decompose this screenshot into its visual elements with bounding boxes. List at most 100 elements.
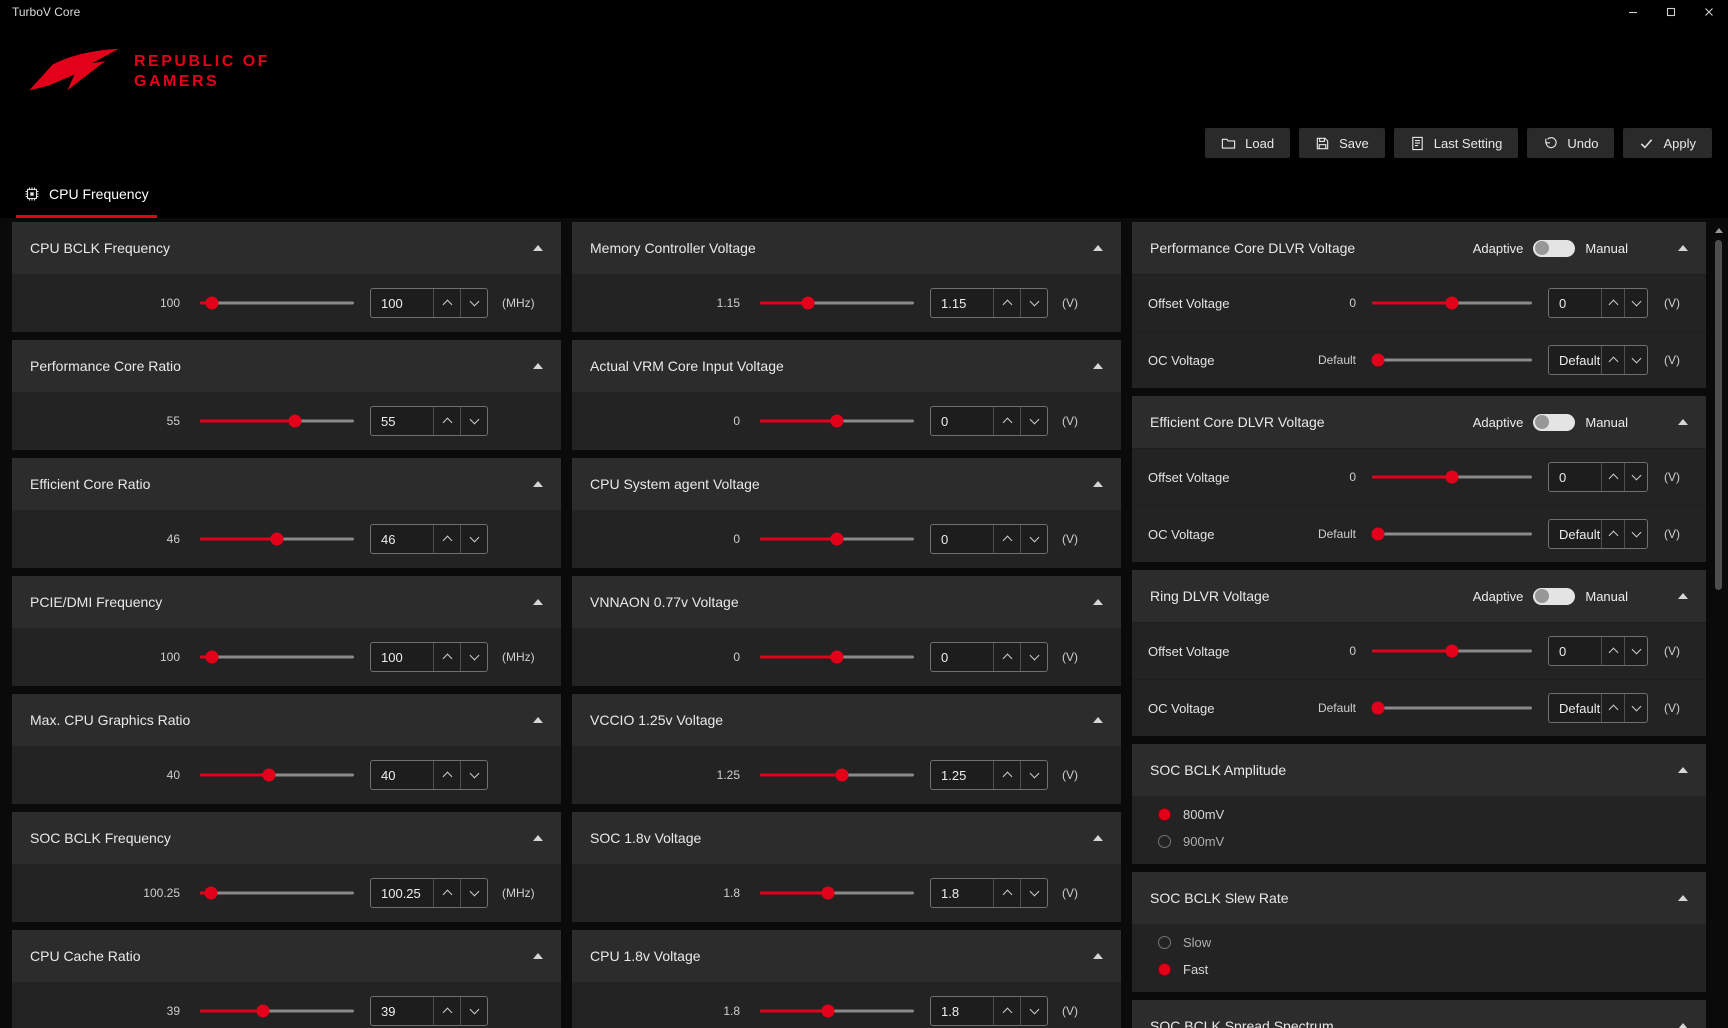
value-input[interactable]: 100.25	[371, 886, 433, 901]
spin-down-button[interactable]	[1020, 643, 1047, 671]
close-button[interactable]	[1690, 0, 1728, 24]
collapse-button[interactable]	[1079, 245, 1103, 251]
setting-slider[interactable]	[200, 1003, 354, 1019]
slider-thumb[interactable]	[206, 297, 219, 310]
toggle-knob[interactable]	[1535, 241, 1549, 255]
collapse-button[interactable]	[1079, 363, 1103, 369]
setting-slider[interactable]	[760, 1003, 914, 1019]
slider-thumb[interactable]	[257, 1005, 270, 1018]
value-input[interactable]: 1.15	[931, 296, 993, 311]
collapse-button[interactable]	[1664, 419, 1688, 425]
slider-thumb[interactable]	[271, 533, 284, 546]
slider-thumb[interactable]	[1446, 471, 1459, 484]
collapse-button[interactable]	[1079, 717, 1103, 723]
setting-slider[interactable]	[760, 295, 914, 311]
setting-slider[interactable]	[760, 531, 914, 547]
collapse-button[interactable]	[519, 953, 543, 959]
slider-thumb[interactable]	[289, 415, 302, 428]
spin-down-button[interactable]	[460, 289, 487, 317]
collapse-button[interactable]	[519, 363, 543, 369]
spin-up-button[interactable]	[1601, 520, 1624, 548]
spin-down-button[interactable]	[1624, 346, 1647, 374]
spin-down-button[interactable]	[460, 761, 487, 789]
spin-up-button[interactable]	[433, 525, 460, 553]
setting-slider[interactable]	[1372, 469, 1532, 485]
radio-option-800mv[interactable]: 800mV	[1132, 801, 1706, 828]
adaptive-manual-toggle[interactable]	[1533, 240, 1575, 257]
slider-track[interactable]	[200, 656, 354, 659]
slider-thumb[interactable]	[831, 533, 844, 546]
scrollbar-thumb[interactable]	[1715, 240, 1722, 590]
spin-up-button[interactable]	[433, 407, 460, 435]
value-input[interactable]: 0	[1549, 296, 1601, 311]
spin-up-button[interactable]	[433, 643, 460, 671]
minimize-button[interactable]	[1614, 0, 1652, 24]
slider-thumb[interactable]	[1446, 297, 1459, 310]
spin-up-button[interactable]	[433, 997, 460, 1025]
spin-up-button[interactable]	[993, 879, 1020, 907]
spin-down-button[interactable]	[460, 525, 487, 553]
spin-down-button[interactable]	[1020, 997, 1047, 1025]
spin-up-button[interactable]	[1601, 346, 1624, 374]
value-input[interactable]: Default	[1549, 701, 1601, 716]
spin-up-button[interactable]	[1601, 289, 1624, 317]
setting-slider[interactable]	[760, 767, 914, 783]
setting-slider[interactable]	[1372, 643, 1532, 659]
slider-thumb[interactable]	[821, 1005, 834, 1018]
collapse-button[interactable]	[1079, 835, 1103, 841]
slider-track[interactable]	[1372, 359, 1532, 362]
setting-slider[interactable]	[1372, 295, 1532, 311]
value-input[interactable]: 0	[1549, 644, 1601, 659]
value-input[interactable]: 0	[931, 650, 993, 665]
undo-button[interactable]: Undo	[1527, 128, 1614, 158]
value-input[interactable]: 100	[371, 296, 433, 311]
slider-thumb[interactable]	[1372, 354, 1385, 367]
last-setting-button[interactable]: Last Setting	[1394, 128, 1519, 158]
collapse-button[interactable]	[1664, 767, 1688, 773]
slider-thumb[interactable]	[831, 651, 844, 664]
value-input[interactable]: 1.25	[931, 768, 993, 783]
apply-button[interactable]: Apply	[1623, 128, 1712, 158]
collapse-button[interactable]	[1664, 1023, 1688, 1028]
adaptive-manual-toggle[interactable]	[1533, 588, 1575, 605]
slider-track[interactable]	[200, 892, 354, 895]
spin-down-button[interactable]	[1624, 289, 1647, 317]
value-input[interactable]: 1.8	[931, 1004, 993, 1019]
value-input[interactable]: 1.8	[931, 886, 993, 901]
spin-down-button[interactable]	[460, 879, 487, 907]
setting-slider[interactable]	[760, 885, 914, 901]
collapse-button[interactable]	[1664, 245, 1688, 251]
spin-up-button[interactable]	[1601, 463, 1624, 491]
maximize-button[interactable]	[1652, 0, 1690, 24]
slider-thumb[interactable]	[263, 769, 276, 782]
radio-button-icon[interactable]	[1158, 835, 1171, 848]
collapse-button[interactable]	[519, 481, 543, 487]
spin-up-button[interactable]	[993, 761, 1020, 789]
setting-slider[interactable]	[200, 295, 354, 311]
spin-down-button[interactable]	[1624, 637, 1647, 665]
value-input[interactable]: 40	[371, 768, 433, 783]
value-input[interactable]: 39	[371, 1004, 433, 1019]
radio-button-icon[interactable]	[1158, 936, 1171, 949]
setting-slider[interactable]	[200, 413, 354, 429]
adaptive-manual-toggle[interactable]	[1533, 414, 1575, 431]
spin-down-button[interactable]	[1624, 694, 1647, 722]
setting-slider[interactable]	[1372, 352, 1532, 368]
value-input[interactable]: 0	[931, 532, 993, 547]
slider-thumb[interactable]	[1372, 702, 1385, 715]
spin-down-button[interactable]	[1020, 761, 1047, 789]
slider-thumb[interactable]	[204, 887, 217, 900]
value-input[interactable]: 46	[371, 532, 433, 547]
slider-track[interactable]	[1372, 707, 1532, 710]
spin-down-button[interactable]	[460, 643, 487, 671]
slider-thumb[interactable]	[835, 769, 848, 782]
slider-track[interactable]	[200, 302, 354, 305]
spin-down-button[interactable]	[1624, 520, 1647, 548]
setting-slider[interactable]	[200, 649, 354, 665]
radio-button-icon[interactable]	[1158, 808, 1171, 821]
spin-down-button[interactable]	[460, 997, 487, 1025]
spin-down-button[interactable]	[1020, 407, 1047, 435]
slider-thumb[interactable]	[1372, 528, 1385, 541]
spin-down-button[interactable]	[1020, 289, 1047, 317]
collapse-button[interactable]	[519, 835, 543, 841]
